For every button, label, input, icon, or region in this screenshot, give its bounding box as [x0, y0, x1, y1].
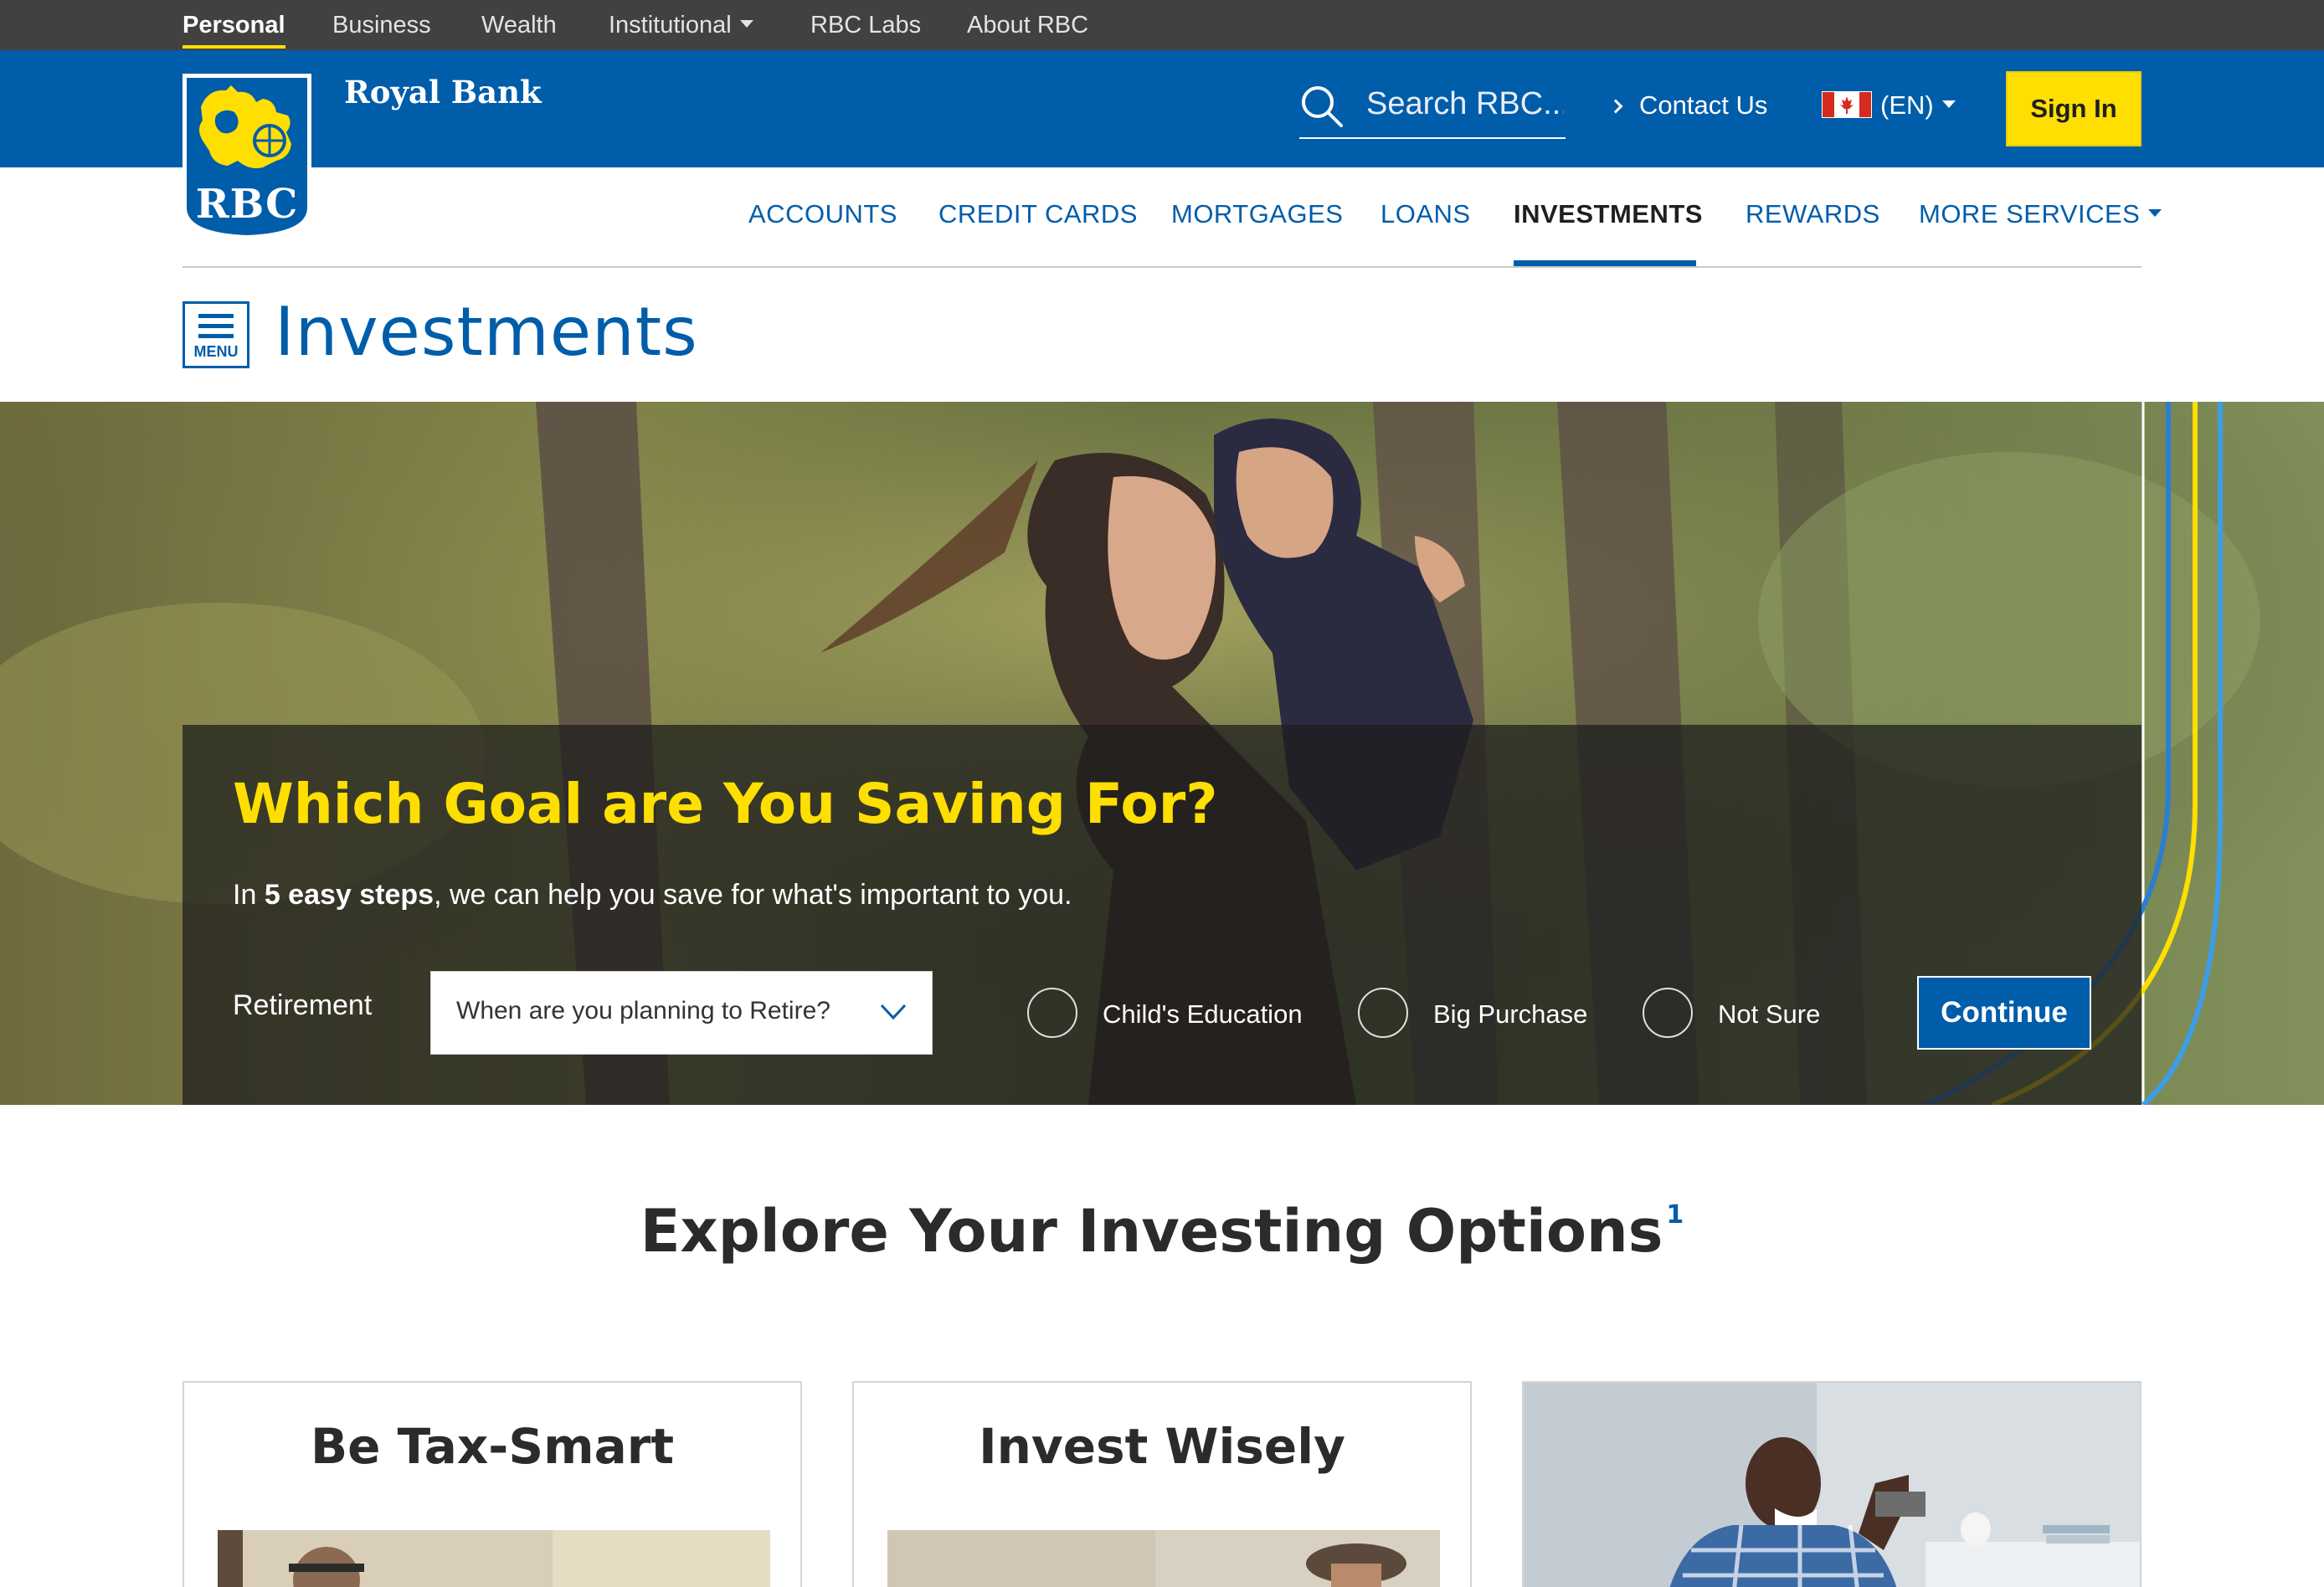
utility-item-institutional[interactable]: Institutional — [609, 0, 753, 50]
utility-item-institutional-label: Institutional — [609, 12, 732, 39]
card-featured-image[interactable] — [1522, 1381, 2141, 1587]
utility-item-personal[interactable]: Personal — [183, 0, 285, 50]
contact-us-link[interactable]: Contact Us — [1608, 89, 1768, 122]
nav-mortgages[interactable]: MORTGAGES — [1171, 199, 1343, 229]
goal-subtitle-suffix: , we can help you save for what's import… — [434, 879, 1072, 911]
nav-rewards[interactable]: REWARDS — [1746, 199, 1880, 229]
card-title: Be Tax-Smart — [310, 1418, 675, 1475]
utility-item-rbc-labs[interactable]: RBC Labs — [810, 0, 921, 50]
card-invest-wisely[interactable]: Invest Wisely — [852, 1381, 1472, 1587]
search-box[interactable] — [1299, 75, 1566, 139]
canada-flag-icon — [1822, 90, 1872, 118]
nav-investments[interactable]: INVESTMENTS — [1514, 199, 1703, 229]
nav-divider — [183, 266, 2141, 268]
explore-title: Explore Your Investing Options — [640, 1197, 1663, 1266]
goal-subtitle-bold: 5 easy steps — [264, 879, 434, 911]
utility-item-wealth[interactable]: Wealth — [481, 0, 557, 50]
utility-item-business[interactable]: Business — [332, 0, 431, 50]
utility-nav: Personal Business Wealth Institutional R… — [0, 0, 2324, 50]
chevron-right-icon — [1608, 99, 1623, 114]
caret-down-icon — [2148, 209, 2162, 218]
utility-item-about-rbc[interactable]: About RBC — [967, 0, 1088, 50]
search-icon[interactable] — [1299, 84, 1345, 129]
goal-subtitle: In 5 easy steps, we can help you save fo… — [233, 879, 1072, 912]
hamburger-icon — [198, 314, 234, 318]
contact-us-label: Contact Us — [1639, 90, 1768, 120]
chevron-down-icon — [880, 1004, 907, 1020]
card-be-tax-smart[interactable]: Be Tax-Smart — [183, 1381, 802, 1587]
nav-more-services[interactable]: MORE SERVICES — [1919, 199, 2162, 229]
main-nav: ACCOUNTS CREDIT CARDS MORTGAGES LOANS IN… — [0, 167, 2324, 268]
retirement-date-select[interactable]: When are you planning to Retire? — [430, 971, 933, 1055]
search-input[interactable] — [1366, 80, 1564, 127]
radio-circle — [1358, 988, 1408, 1038]
menu-button[interactable]: MENU — [183, 301, 249, 368]
nav-credit-cards[interactable]: CREDIT CARDS — [938, 199, 1138, 229]
nav-more-services-label: MORE SERVICES — [1919, 199, 2141, 229]
active-nav-indicator — [1514, 260, 1696, 266]
goal-panel: Which Goal are You Saving For? In 5 easy… — [183, 725, 2141, 1105]
logo-text: RBC — [195, 181, 299, 228]
card-photo — [1524, 1383, 2140, 1587]
card-image — [887, 1530, 1440, 1587]
continue-button[interactable]: Continue — [1917, 976, 2091, 1050]
retirement-select-value: When are you planning to Retire? — [456, 997, 830, 1025]
caret-down-icon — [1941, 100, 1956, 109]
menu-label: MENU — [193, 343, 239, 360]
nav-loans[interactable]: LOANS — [1381, 199, 1471, 229]
explore-heading: Explore Your Investing Options 1 — [0, 1197, 2324, 1266]
nav-accounts[interactable]: ACCOUNTS — [748, 199, 897, 229]
radio-label: Not Sure — [1718, 999, 1821, 1029]
sign-in-button[interactable]: Sign In — [2006, 71, 2141, 146]
page-title: Investments — [275, 293, 698, 371]
language-selector[interactable]: (EN) — [1822, 89, 1956, 122]
caret-down-icon — [739, 19, 753, 28]
card-title: Invest Wisely — [979, 1418, 1345, 1475]
explore-footnote[interactable]: 1 — [1666, 1200, 1684, 1230]
card-image — [218, 1530, 770, 1587]
hamburger-icon-bar — [198, 324, 234, 328]
retirement-label: Retirement — [233, 989, 373, 1021]
hamburger-icon-bar — [198, 334, 234, 338]
radio-label: Big Purchase — [1433, 999, 1588, 1029]
goal-subtitle-prefix: In — [233, 879, 265, 911]
language-label: (EN) — [1880, 90, 1934, 120]
radio-circle — [1643, 988, 1693, 1038]
goal-title: Which Goal are You Saving For? — [233, 772, 1218, 836]
radio-circle — [1027, 988, 1077, 1038]
rbc-logo[interactable]: RBC — [183, 74, 311, 239]
radio-label: Child's Education — [1103, 999, 1303, 1029]
bank-name: Royal Bank — [344, 74, 542, 110]
site-header: Royal Bank Contact Us (EN) Sign In — [0, 50, 2324, 167]
